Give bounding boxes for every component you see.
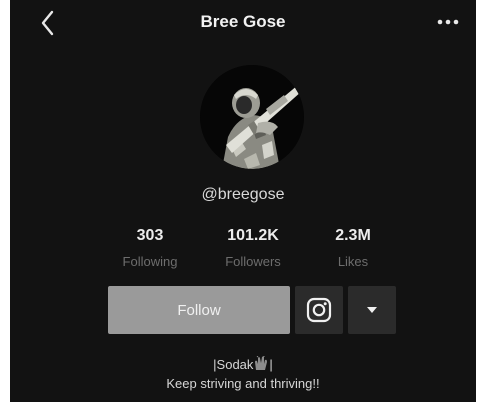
followers-label: Followers <box>225 254 281 269</box>
ellipsis-icon <box>437 19 459 25</box>
instagram-button[interactable] <box>295 286 343 334</box>
follow-button[interactable]: Follow <box>108 286 290 334</box>
top-bar: Bree Gose <box>10 0 476 44</box>
stat-followers[interactable]: 101.2K Followers <box>203 227 303 269</box>
page-title: Bree Gose <box>200 12 286 31</box>
more-options-button[interactable] <box>435 14 465 30</box>
stat-likes[interactable]: 2.3M Likes <box>303 227 403 269</box>
more-actions-dropdown[interactable] <box>348 286 396 334</box>
stat-following[interactable]: 303 Following <box>100 227 200 269</box>
following-label: Following <box>122 254 178 269</box>
profile-photo <box>200 65 304 169</box>
username: @breegose <box>201 186 285 203</box>
avatar[interactable] <box>200 65 304 169</box>
bio-text-end: | <box>269 357 273 372</box>
instagram-icon <box>306 297 332 323</box>
clap-hands-icon <box>255 356 268 370</box>
caret-down-icon <box>367 307 377 313</box>
following-count: 303 <box>136 227 164 244</box>
bio-line-2: Keep striving and thriving!! <box>166 376 320 391</box>
bio-line-1: |Sodak | <box>10 356 476 372</box>
likes-count: 2.3M <box>335 227 371 244</box>
profile-screen: Bree Gose @breegose 303 Following 101.2K… <box>10 0 476 402</box>
followers-count: 101.2K <box>227 227 279 244</box>
likes-label: Likes <box>337 254 369 269</box>
bio-text-start: |Sodak <box>213 357 254 372</box>
